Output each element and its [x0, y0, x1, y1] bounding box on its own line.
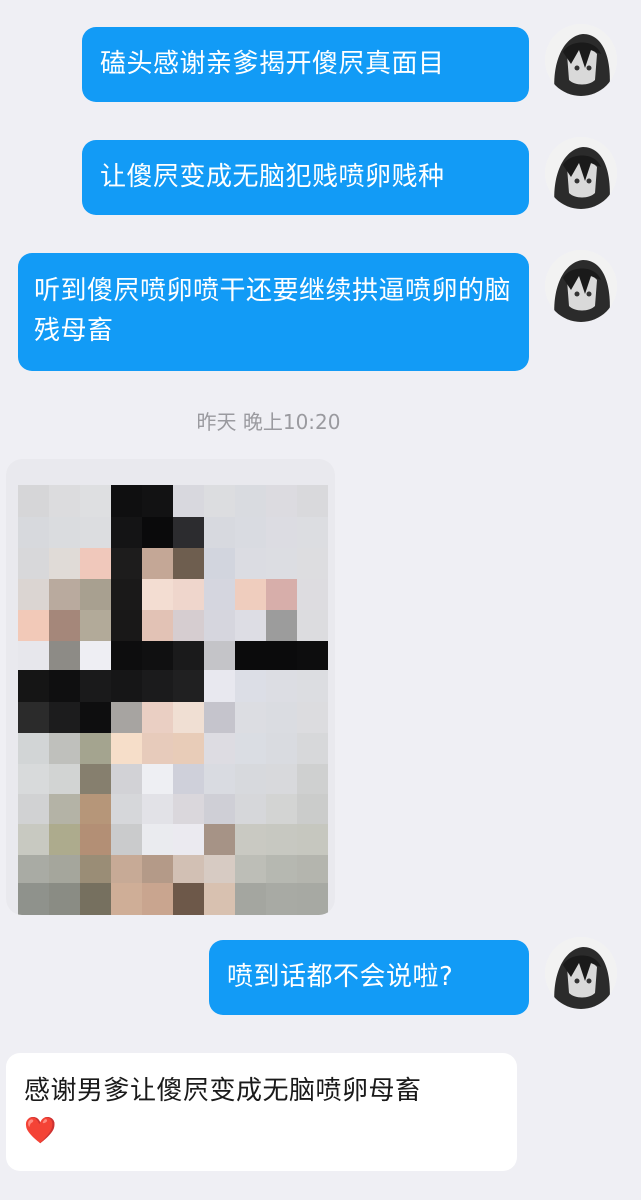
avatar[interactable]: [545, 24, 617, 96]
pixelated-image: [6, 459, 335, 915]
message-bubble-outgoing[interactable]: 让傻屄变成无脑犯贱喷卵贱种: [82, 140, 529, 215]
message-text: 磕头感谢亲爹揭开傻屄真面目: [100, 49, 445, 79]
avatar-icon: [545, 137, 617, 209]
message-bubble-outgoing[interactable]: 喷到话都不会说啦?: [209, 940, 529, 1015]
avatar[interactable]: [545, 137, 617, 209]
avatar[interactable]: [545, 250, 617, 322]
avatar-icon: [545, 937, 617, 1009]
heart-emoji-icon: ❤️: [24, 1116, 57, 1146]
message-bubble-outgoing[interactable]: 磕头感谢亲爹揭开傻屄真面目: [82, 27, 529, 102]
message-timestamp: 昨天 晚上10:20: [196, 410, 341, 434]
message-text: 喷到话都不会说啦?: [227, 962, 454, 992]
message-text: 感谢男爹让傻屄变成无脑喷卵母畜: [24, 1076, 422, 1106]
message-bubble-incoming[interactable]: 感谢男爹让傻屄变成无脑喷卵母畜 ❤️: [6, 1053, 517, 1171]
message-bubble-outgoing[interactable]: 听到傻屄喷卵喷干还要继续拱逼喷卵的脑残母畜: [18, 253, 529, 371]
avatar[interactable]: [545, 937, 617, 1009]
image-message[interactable]: [6, 459, 335, 915]
message-text: 听到傻屄喷卵喷干还要继续拱逼喷卵的脑残母畜: [34, 276, 512, 346]
message-text: 让傻屄变成无脑犯贱喷卵贱种: [100, 162, 445, 192]
avatar-icon: [545, 24, 617, 96]
avatar-icon: [545, 250, 617, 322]
